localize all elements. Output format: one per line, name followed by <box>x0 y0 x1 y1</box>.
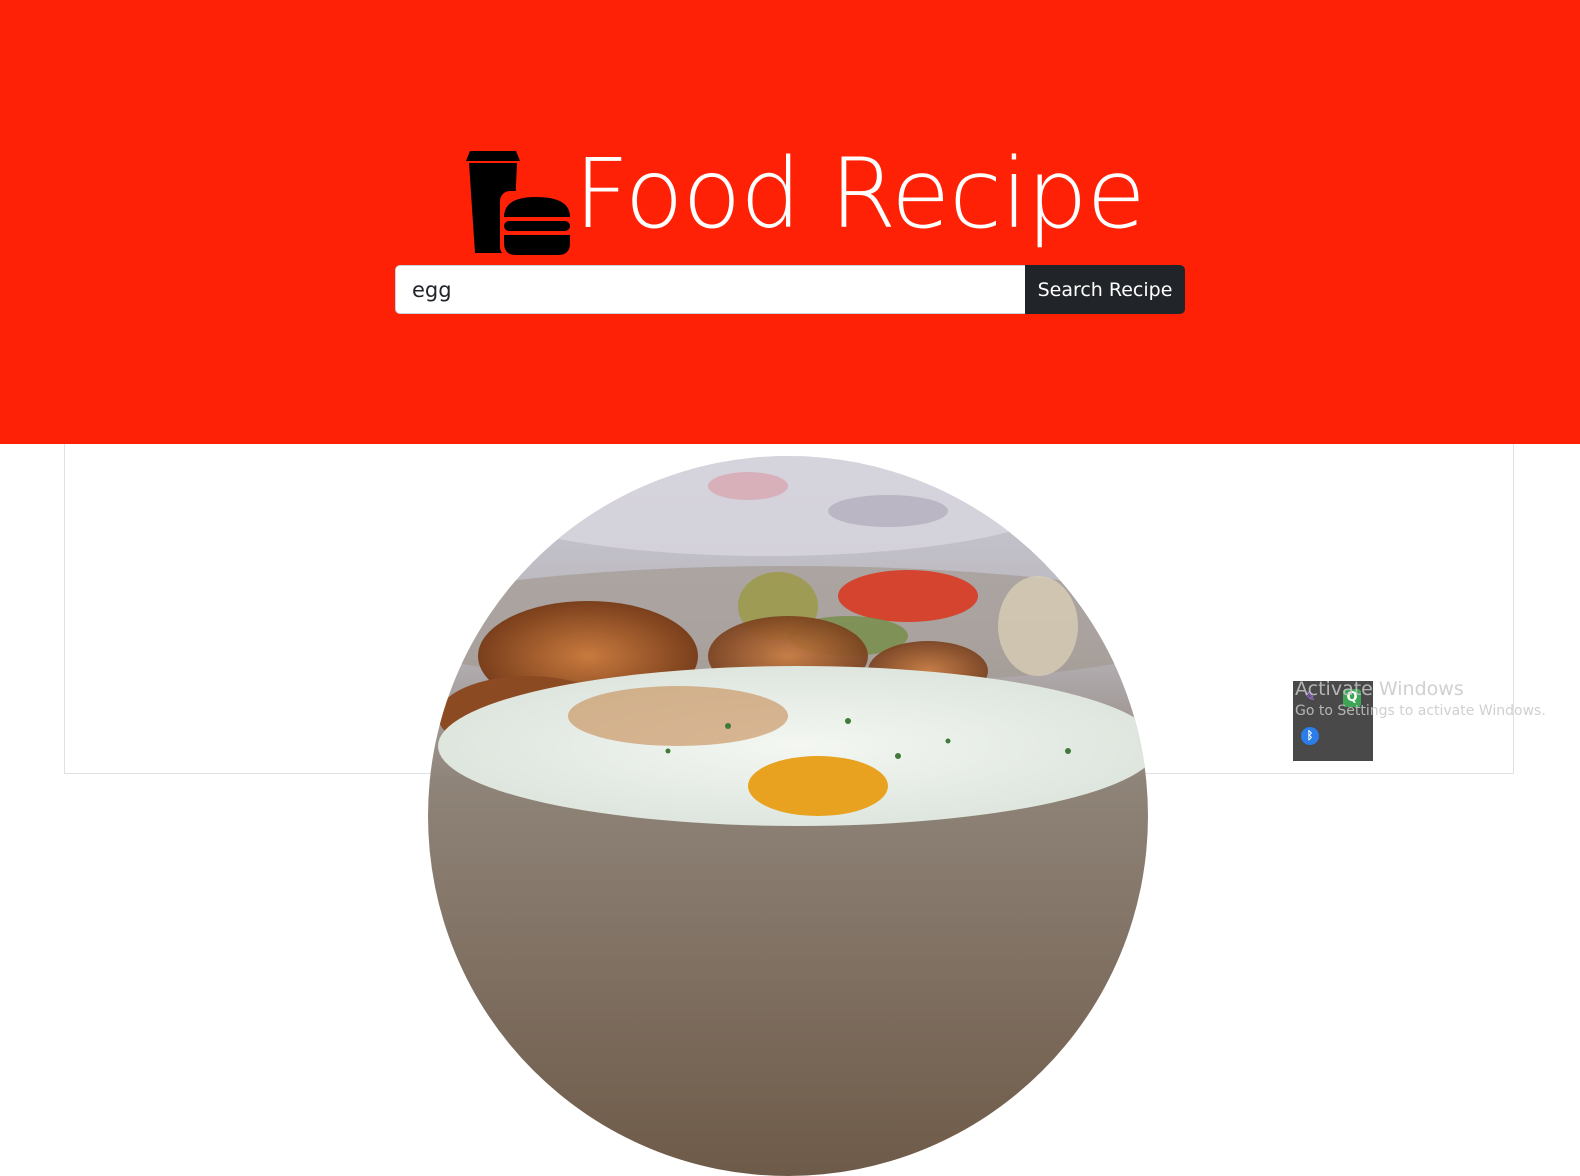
page-title: Food Recipe <box>574 138 1146 250</box>
food-drink-burger-icon <box>466 151 574 257</box>
hero-header: Food Recipe Search Recipe <box>0 0 1580 444</box>
recipe-image[interactable] <box>428 456 1148 1176</box>
search-bar: Search Recipe <box>395 265 1185 314</box>
bluetooth-icon[interactable]: ᛒ <box>1301 727 1319 745</box>
watermark-subtitle: Go to Settings to activate Windows. <box>1295 703 1546 719</box>
search-input[interactable] <box>395 265 1025 314</box>
activate-windows-watermark: Activate Windows Go to Settings to activ… <box>1295 677 1546 721</box>
watermark-title: Activate Windows <box>1295 678 1464 700</box>
search-recipe-button[interactable]: Search Recipe <box>1025 265 1185 314</box>
fried-egg-plate-photo <box>428 456 1148 1176</box>
brand: Food Recipe <box>466 138 1146 258</box>
